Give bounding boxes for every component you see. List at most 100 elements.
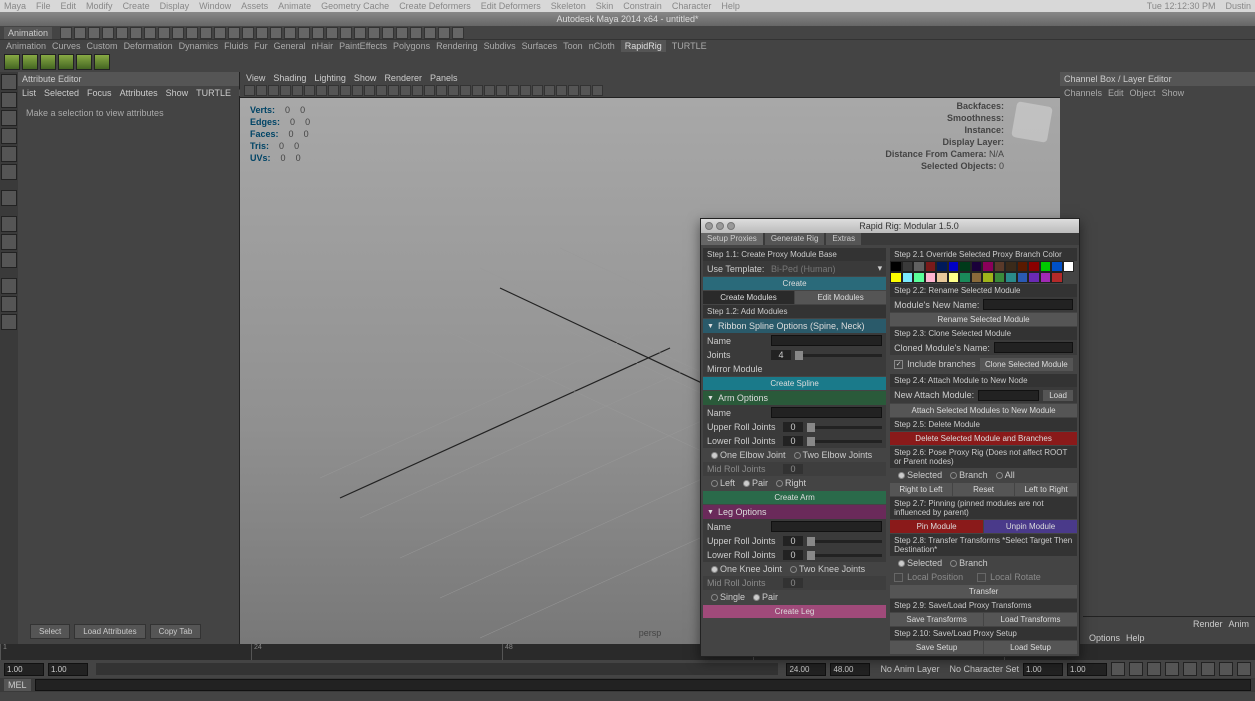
color-swatch[interactable] [1005, 272, 1017, 283]
range-end-outer[interactable] [830, 663, 870, 676]
shelf-tab[interactable]: Fluids [224, 41, 248, 51]
shelf-icon[interactable] [40, 54, 56, 70]
options-menu[interactable]: Options [1089, 633, 1120, 643]
lower-roll-value[interactable]: 0 [783, 550, 803, 560]
create-modules-tab[interactable]: Create Modules [703, 291, 794, 304]
layout-custom2-icon[interactable] [1, 296, 17, 312]
vp-icon[interactable] [292, 85, 303, 96]
shelf-icon[interactable] [58, 54, 74, 70]
dropdown-icon[interactable]: ▾ [878, 263, 883, 274]
status-icon[interactable] [242, 27, 254, 39]
color-swatch[interactable] [936, 272, 948, 283]
tab-generate-rig[interactable]: Generate Rig [765, 233, 825, 245]
shelf-tab[interactable]: General [274, 41, 306, 51]
selected-radio[interactable]: Selected [898, 470, 942, 480]
vp-icon[interactable] [328, 85, 339, 96]
delete-button[interactable]: Delete Selected Module and Branches [890, 432, 1077, 445]
unpin-button[interactable]: Unpin Module [984, 520, 1077, 533]
color-swatch[interactable] [971, 261, 983, 272]
shelf-tab[interactable]: nCloth [589, 41, 615, 51]
color-swatch[interactable] [925, 261, 937, 272]
lower-roll-slider[interactable] [807, 554, 882, 557]
step-back-icon[interactable] [1129, 662, 1143, 676]
color-swatch[interactable] [994, 272, 1006, 283]
status-icon[interactable] [410, 27, 422, 39]
chbox-object[interactable]: Object [1130, 88, 1156, 98]
vp-icon[interactable] [412, 85, 423, 96]
shelf-tab[interactable]: Curves [52, 41, 81, 51]
upper-roll-value[interactable]: 0 [783, 422, 803, 432]
help-menu[interactable]: Help [1126, 633, 1145, 643]
vp-shading[interactable]: Shading [273, 73, 306, 83]
load-attrs-button[interactable]: Load Attributes [74, 624, 145, 639]
vp-icon[interactable] [424, 85, 435, 96]
menu-file[interactable]: File [36, 1, 51, 11]
color-swatch[interactable] [1028, 261, 1040, 272]
color-swatch[interactable] [890, 261, 902, 272]
status-icon[interactable] [424, 27, 436, 39]
vp-panels[interactable]: Panels [430, 73, 458, 83]
load-setup-button[interactable]: Load Setup [984, 641, 1077, 654]
new-name-input[interactable] [983, 299, 1073, 310]
vp-icon[interactable] [400, 85, 411, 96]
status-icon[interactable] [172, 27, 184, 39]
pair-radio[interactable]: Pair [743, 478, 768, 488]
two-knee-radio[interactable]: Two Knee Joints [790, 564, 865, 574]
color-swatch[interactable] [948, 261, 960, 272]
next-key-icon[interactable] [1201, 662, 1215, 676]
right-radio[interactable]: Right [776, 478, 806, 488]
status-icon[interactable] [214, 27, 226, 39]
menu-skin[interactable]: Skin [596, 1, 614, 11]
attr-menu-show[interactable]: Show [166, 88, 189, 98]
color-swatch[interactable] [994, 261, 1006, 272]
branch-radio[interactable]: Branch [950, 470, 988, 480]
lasso-tool-icon[interactable] [1, 92, 17, 108]
vp-icon[interactable] [376, 85, 387, 96]
tab-setup-proxies[interactable]: Setup Proxies [701, 233, 763, 245]
save-transforms-button[interactable]: Save Transforms [890, 613, 983, 626]
menu-modify[interactable]: Modify [86, 1, 113, 11]
status-icon[interactable] [186, 27, 198, 39]
color-swatch[interactable] [971, 272, 983, 283]
status-icon[interactable] [298, 27, 310, 39]
local-pos-check[interactable] [894, 573, 903, 582]
status-icon[interactable] [102, 27, 114, 39]
clone-button[interactable]: Clone Selected Module [980, 358, 1073, 371]
layout-persp-icon[interactable] [1, 252, 17, 268]
create-button[interactable]: Create [703, 277, 886, 290]
lower-roll-slider[interactable] [807, 440, 882, 443]
shelf-tab[interactable]: Fur [254, 41, 268, 51]
status-icon[interactable] [144, 27, 156, 39]
move-tool-icon[interactable] [1, 128, 17, 144]
last-tool-icon[interactable] [1, 190, 17, 206]
edit-modules-tab[interactable]: Edit Modules [795, 291, 886, 304]
pair-radio[interactable]: Pair [753, 592, 778, 602]
vp-icon[interactable] [544, 85, 555, 96]
shelf-icon[interactable] [94, 54, 110, 70]
vp-lighting[interactable]: Lighting [314, 73, 346, 83]
range-start-outer[interactable] [4, 663, 44, 676]
create-leg-button[interactable]: Create Leg [703, 605, 886, 618]
shelf-tab[interactable]: TURTLE [672, 41, 707, 51]
play-back-icon[interactable] [1165, 662, 1179, 676]
current-frame-2[interactable] [1067, 663, 1107, 676]
upper-roll-slider[interactable] [807, 540, 882, 543]
color-swatch[interactable] [1005, 261, 1017, 272]
left-to-right-button[interactable]: Left to Right [1015, 483, 1077, 496]
status-icon[interactable] [326, 27, 338, 39]
shelf-tab[interactable]: Toon [563, 41, 583, 51]
vp-icon[interactable] [316, 85, 327, 96]
attr-menu-list[interactable]: List [22, 88, 36, 98]
shelf-icon[interactable] [76, 54, 92, 70]
selected-radio2[interactable]: Selected [898, 558, 942, 568]
chbox-show[interactable]: Show [1162, 88, 1185, 98]
local-rot-check[interactable] [977, 573, 986, 582]
vp-icon[interactable] [556, 85, 567, 96]
vp-icon[interactable] [280, 85, 291, 96]
color-swatch[interactable] [1028, 272, 1040, 283]
play-fwd-icon[interactable] [1183, 662, 1197, 676]
vp-icon[interactable] [580, 85, 591, 96]
color-swatch[interactable] [982, 261, 994, 272]
color-swatch[interactable] [890, 272, 902, 283]
color-swatch[interactable] [902, 261, 914, 272]
